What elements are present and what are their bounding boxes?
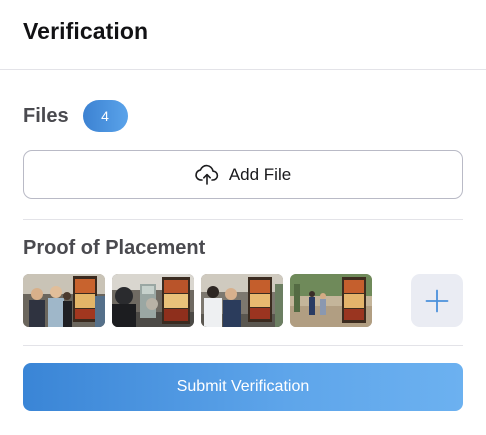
files-label: Files	[23, 104, 69, 127]
placement-photo-4[interactable]	[290, 274, 372, 327]
placement-photo-1[interactable]	[23, 274, 105, 327]
placement-photo-2[interactable]	[112, 274, 194, 327]
add-photo-button[interactable]	[411, 274, 463, 327]
header: Verification	[0, 0, 486, 70]
cloud-upload-icon	[195, 164, 219, 186]
page-title: Verification	[23, 18, 149, 44]
plus-icon	[425, 289, 449, 313]
files-section-header: Files 4	[23, 100, 128, 132]
placement-photo-3[interactable]	[201, 274, 283, 327]
proof-of-placement-label: Proof of Placement	[23, 237, 206, 259]
add-file-label: Add File	[228, 164, 292, 184]
verification-screen: Verification Files 4 Add File Proof of P…	[0, 0, 486, 435]
add-file-button[interactable]: Add File	[23, 150, 463, 199]
submit-verification-button[interactable]: Submit Verification	[23, 363, 463, 411]
divider	[23, 219, 463, 220]
proof-thumbnails	[23, 274, 379, 327]
divider	[23, 345, 463, 346]
files-count-badge: 4	[82, 100, 128, 132]
